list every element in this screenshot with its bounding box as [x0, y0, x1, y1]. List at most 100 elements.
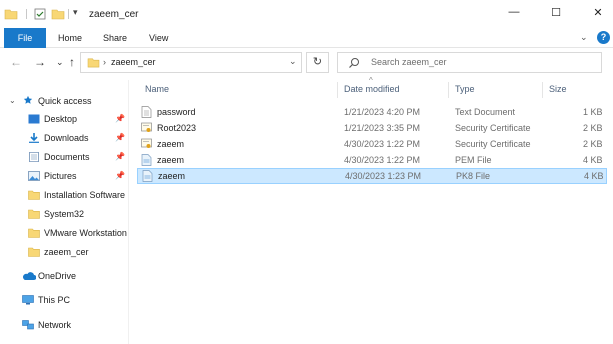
address-bar[interactable]: › zaeem_cer ⌄ — [80, 52, 302, 73]
column-separator[interactable] — [448, 82, 449, 98]
file-name: zaeem — [157, 155, 185, 165]
column-header-size[interactable]: Size — [549, 84, 567, 94]
file-date: 4/30/2023 1:22 PM — [344, 155, 421, 165]
star-icon — [23, 95, 33, 104]
file-row-root2023[interactable]: Root2023 1/21/2023 3:35 PM Security Cert… — [137, 120, 607, 136]
refresh-button[interactable]: ↻ — [306, 52, 329, 73]
file-date: 4/30/2023 1:23 PM — [345, 171, 422, 181]
sidebar-item-label: Downloads — [44, 133, 89, 143]
close-button[interactable]: ✕ — [586, 6, 610, 20]
desktop-icon — [28, 114, 40, 124]
sidebar-item-desktop[interactable]: Desktop 📌 — [0, 110, 128, 128]
properties-icon[interactable] — [33, 7, 47, 21]
column-header-type[interactable]: Type — [455, 84, 475, 94]
sidebar-item-network[interactable]: Network — [0, 316, 128, 334]
documents-icon — [29, 152, 39, 162]
sidebar-item-this-pc[interactable]: This PC — [0, 291, 128, 309]
file-row-zaeem-crt[interactable]: zaeem 4/30/2023 1:22 PM Security Certifi… — [137, 136, 607, 152]
file-type: Text Document — [455, 107, 516, 117]
column-header-name[interactable]: Name — [145, 84, 169, 94]
file-size: 4 KB — [583, 155, 603, 165]
sidebar-item-vmware-workstation[interactable]: VMware Workstation — [0, 224, 128, 242]
sidebar-item-label: VMware Workstation — [44, 228, 127, 238]
tab-file[interactable]: File — [4, 28, 46, 48]
file-size: 1 KB — [583, 107, 603, 117]
sidebar-item-onedrive[interactable]: OneDrive — [0, 267, 128, 285]
pin-icon: 📌 — [115, 171, 125, 180]
navigation-pane: ⌄ Quick access Desktop 📌 Downloads 📌 Doc… — [0, 80, 128, 344]
recent-locations-button[interactable]: ⌄ — [56, 55, 64, 69]
pk8-file-icon — [142, 170, 153, 182]
tab-home[interactable]: Home — [58, 28, 82, 48]
file-size: 4 KB — [584, 171, 604, 181]
download-icon — [29, 133, 39, 143]
chevron-down-icon[interactable]: ⌄ — [9, 92, 16, 110]
sidebar-item-quick-access[interactable]: ⌄ Quick access — [0, 92, 128, 110]
file-row-zaeem-pk8[interactable]: zaeem 4/30/2023 1:23 PM PK8 File 4 KB — [137, 168, 607, 184]
pane-divider[interactable] — [128, 80, 129, 344]
breadcrumb-separator: › — [103, 57, 106, 67]
search-input[interactable]: Search zaeem_cer — [371, 57, 447, 67]
sidebar-item-label: Documents — [44, 152, 90, 162]
minimize-button[interactable]: — — [502, 6, 526, 20]
file-name: password — [157, 107, 196, 117]
column-header-date-modified[interactable]: Date modified — [344, 84, 400, 94]
title-bar: ▾ zaeem_cer — ☐ ✕ — [0, 0, 613, 28]
sidebar-item-label: OneDrive — [38, 271, 77, 281]
certificate-icon — [141, 122, 152, 132]
explorer-window: ▾ zaeem_cer — ☐ ✕ File Home Share View ⌄… — [0, 0, 613, 344]
sidebar-item-installation-software[interactable]: Installation Software — [0, 186, 128, 204]
pin-icon: 📌 — [115, 133, 125, 142]
address-dropdown-icon[interactable]: ⌄ — [289, 56, 297, 67]
title-separator — [26, 9, 27, 19]
pin-icon: 📌 — [115, 114, 125, 123]
forward-button[interactable]: → — [34, 55, 46, 69]
help-button[interactable]: ? — [597, 31, 610, 44]
sidebar-item-label: Quick access — [38, 96, 92, 106]
customize-toolbar-icon[interactable]: ▾ — [73, 7, 78, 18]
search-box[interactable]: Search zaeem_cer — [337, 52, 602, 73]
file-type: PK8 File — [456, 171, 491, 181]
sidebar-item-label: System32 — [44, 209, 85, 219]
breadcrumb-current[interactable]: zaeem_cer — [111, 57, 156, 67]
file-row-password[interactable]: password 1/21/2023 4:20 PM Text Document… — [137, 104, 607, 120]
sidebar-item-label: Desktop — [44, 114, 78, 124]
new-folder-icon[interactable] — [51, 7, 65, 21]
folder-icon — [28, 247, 40, 257]
sidebar-item-zaeem-cer[interactable]: zaeem_cer — [0, 243, 128, 261]
file-row-zaeem-pem[interactable]: zaeem 4/30/2023 1:22 PM PEM File 4 KB — [137, 152, 607, 168]
network-icon — [22, 320, 34, 330]
column-separator[interactable] — [542, 82, 543, 98]
certificate-icon — [141, 138, 152, 148]
up-button[interactable]: ↑ — [69, 55, 75, 69]
file-list-header: ^ Name Date modified Type Size — [137, 76, 607, 100]
text-file-icon — [141, 106, 152, 118]
maximize-button[interactable]: ☐ — [544, 6, 568, 20]
folder-icon — [4, 9, 18, 20]
back-button[interactable]: ← — [10, 55, 22, 69]
file-name: zaeem — [158, 171, 186, 181]
file-type: Security Certificate — [455, 139, 531, 149]
file-date: 4/30/2023 1:22 PM — [344, 139, 421, 149]
sidebar-item-label: Installation Software — [44, 190, 126, 200]
tab-view[interactable]: View — [149, 28, 168, 48]
sidebar-item-system32[interactable]: System32 — [0, 205, 128, 223]
folder-icon — [87, 58, 100, 68]
search-icon — [349, 58, 359, 68]
sidebar-item-label: Pictures — [44, 171, 77, 181]
title-separator — [68, 9, 69, 19]
file-name: Root2023 — [157, 123, 197, 133]
file-type: Security Certificate — [455, 123, 531, 133]
expand-ribbon-icon[interactable]: ⌄ — [580, 32, 588, 43]
sidebar-item-downloads[interactable]: Downloads 📌 — [0, 129, 128, 147]
ribbon-tabs: File Home Share View ⌄ ? — [0, 28, 613, 48]
sidebar-item-pictures[interactable]: Pictures 📌 — [0, 167, 128, 185]
file-date: 1/21/2023 4:20 PM — [344, 107, 421, 117]
computer-icon — [22, 295, 34, 305]
file-name: zaeem — [157, 139, 185, 149]
file-size: 2 KB — [583, 139, 603, 149]
folder-icon — [28, 190, 40, 200]
column-separator[interactable] — [337, 82, 338, 98]
sidebar-item-documents[interactable]: Documents 📌 — [0, 148, 128, 166]
tab-share[interactable]: Share — [103, 28, 127, 48]
